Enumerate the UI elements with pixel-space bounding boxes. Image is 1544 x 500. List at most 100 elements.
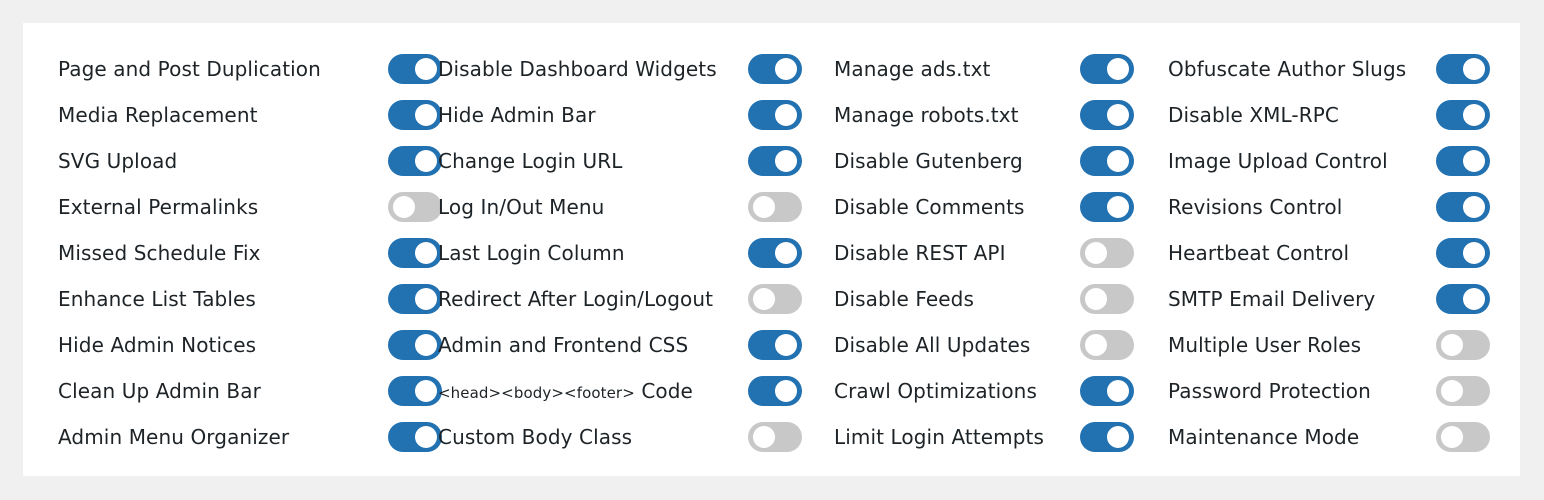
module-toggle[interactable] <box>748 146 802 176</box>
module-label: Page and Post Duplication <box>58 57 321 81</box>
module-label: Change Login URL <box>438 149 623 173</box>
toggle-knob <box>415 334 437 356</box>
toggle-knob <box>415 380 437 402</box>
module-row: Disable Comments <box>834 184 1134 230</box>
toggle-knob <box>1085 334 1107 356</box>
module-toggle[interactable] <box>388 376 442 406</box>
module-row: Password Protection <box>1168 368 1490 414</box>
module-toggle[interactable] <box>1436 422 1490 452</box>
module-row: Disable All Updates <box>834 322 1134 368</box>
module-toggle[interactable] <box>388 330 442 360</box>
module-toggle[interactable] <box>748 284 802 314</box>
module-label-code: <head><body><footer> <box>438 384 635 402</box>
module-toggle[interactable] <box>388 192 442 222</box>
toggle-knob <box>1463 58 1485 80</box>
module-toggle[interactable] <box>388 54 442 84</box>
module-label: Maintenance Mode <box>1168 425 1360 449</box>
module-toggle[interactable] <box>1436 284 1490 314</box>
module-row: External Permalinks <box>58 184 442 230</box>
module-row: Hide Admin Bar <box>438 92 802 138</box>
module-row: Change Login URL <box>438 138 802 184</box>
module-toggle[interactable] <box>1080 284 1134 314</box>
module-toggle[interactable] <box>1080 238 1134 268</box>
module-toggle[interactable] <box>1436 146 1490 176</box>
module-toggle[interactable] <box>1436 238 1490 268</box>
module-row: Page and Post Duplication <box>58 46 442 92</box>
module-row: Clean Up Admin Bar <box>58 368 442 414</box>
modules-column-3: Manage ads.txt Manage robots.txt Disable G… <box>834 46 1134 460</box>
toggle-knob <box>1441 426 1463 448</box>
modules-column-1: Page and Post Duplication Media Replaceme… <box>58 46 442 460</box>
module-toggle[interactable] <box>748 54 802 84</box>
module-toggle[interactable] <box>1080 376 1134 406</box>
toggle-knob <box>1463 196 1485 218</box>
module-row: Disable Dashboard Widgets <box>438 46 802 92</box>
module-toggle[interactable] <box>1080 330 1134 360</box>
module-label-text: Code <box>634 379 693 403</box>
module-label: Disable All Updates <box>834 333 1031 357</box>
module-label: Admin and Frontend CSS <box>438 333 689 357</box>
module-toggle[interactable] <box>748 376 802 406</box>
module-row: Missed Schedule Fix <box>58 230 442 276</box>
module-toggle[interactable] <box>1080 54 1134 84</box>
module-label: SMTP Email Delivery <box>1168 287 1376 311</box>
modules-panel: Page and Post Duplication Media Replaceme… <box>23 23 1520 476</box>
toggle-knob <box>1463 242 1485 264</box>
module-row: Crawl Optimizations <box>834 368 1134 414</box>
toggle-knob <box>1085 288 1107 310</box>
module-label: Last Login Column <box>438 241 625 265</box>
toggle-knob <box>1107 196 1129 218</box>
module-label: Clean Up Admin Bar <box>58 379 261 403</box>
toggle-knob <box>1107 380 1129 402</box>
module-row: SVG Upload <box>58 138 442 184</box>
module-label: Obfuscate Author Slugs <box>1168 57 1407 81</box>
module-label: Disable Gutenberg <box>834 149 1023 173</box>
module-row: Heartbeat Control <box>1168 230 1490 276</box>
module-row: Disable Feeds <box>834 276 1134 322</box>
module-toggle[interactable] <box>748 192 802 222</box>
module-toggle[interactable] <box>1080 146 1134 176</box>
modules-column-2: Disable Dashboard Widgets Hide Admin Bar C… <box>438 46 802 460</box>
module-row: <head><body><footer> Code <box>438 368 802 414</box>
toggle-knob <box>1441 334 1463 356</box>
module-toggle[interactable] <box>1080 422 1134 452</box>
module-toggle[interactable] <box>1436 100 1490 130</box>
module-toggle[interactable] <box>388 100 442 130</box>
module-toggle[interactable] <box>1436 54 1490 84</box>
module-label: Disable Feeds <box>834 287 974 311</box>
toggle-knob <box>775 58 797 80</box>
module-toggle[interactable] <box>388 284 442 314</box>
module-row: Admin Menu Organizer <box>58 414 442 460</box>
module-row: SMTP Email Delivery <box>1168 276 1490 322</box>
module-label: Hide Admin Notices <box>58 333 257 357</box>
module-toggle[interactable] <box>748 330 802 360</box>
module-toggle[interactable] <box>1436 376 1490 406</box>
module-toggle[interactable] <box>388 238 442 268</box>
module-label: Heartbeat Control <box>1168 241 1350 265</box>
module-row: Hide Admin Notices <box>58 322 442 368</box>
toggle-knob <box>415 242 437 264</box>
module-toggle[interactable] <box>1080 192 1134 222</box>
module-toggle[interactable] <box>388 146 442 176</box>
module-label: SVG Upload <box>58 149 178 173</box>
module-toggle[interactable] <box>1080 100 1134 130</box>
module-label: Password Protection <box>1168 379 1371 403</box>
module-toggle[interactable] <box>1436 192 1490 222</box>
module-label: Admin Menu Organizer <box>58 425 290 449</box>
module-label: Log In/Out Menu <box>438 195 605 219</box>
module-toggle[interactable] <box>748 422 802 452</box>
module-label: Missed Schedule Fix <box>58 241 261 265</box>
toggle-knob <box>1463 288 1485 310</box>
module-toggle[interactable] <box>748 100 802 130</box>
toggle-knob <box>1085 242 1107 264</box>
toggle-knob <box>1107 150 1129 172</box>
module-row: Limit Login Attempts <box>834 414 1134 460</box>
toggle-knob <box>1107 426 1129 448</box>
module-label: <head><body><footer> Code <box>438 379 693 403</box>
module-row: Disable REST API <box>834 230 1134 276</box>
module-label: Disable XML-RPC <box>1168 103 1339 127</box>
module-toggle[interactable] <box>388 422 442 452</box>
module-toggle[interactable] <box>1436 330 1490 360</box>
module-row: Custom Body Class <box>438 414 802 460</box>
module-toggle[interactable] <box>748 238 802 268</box>
